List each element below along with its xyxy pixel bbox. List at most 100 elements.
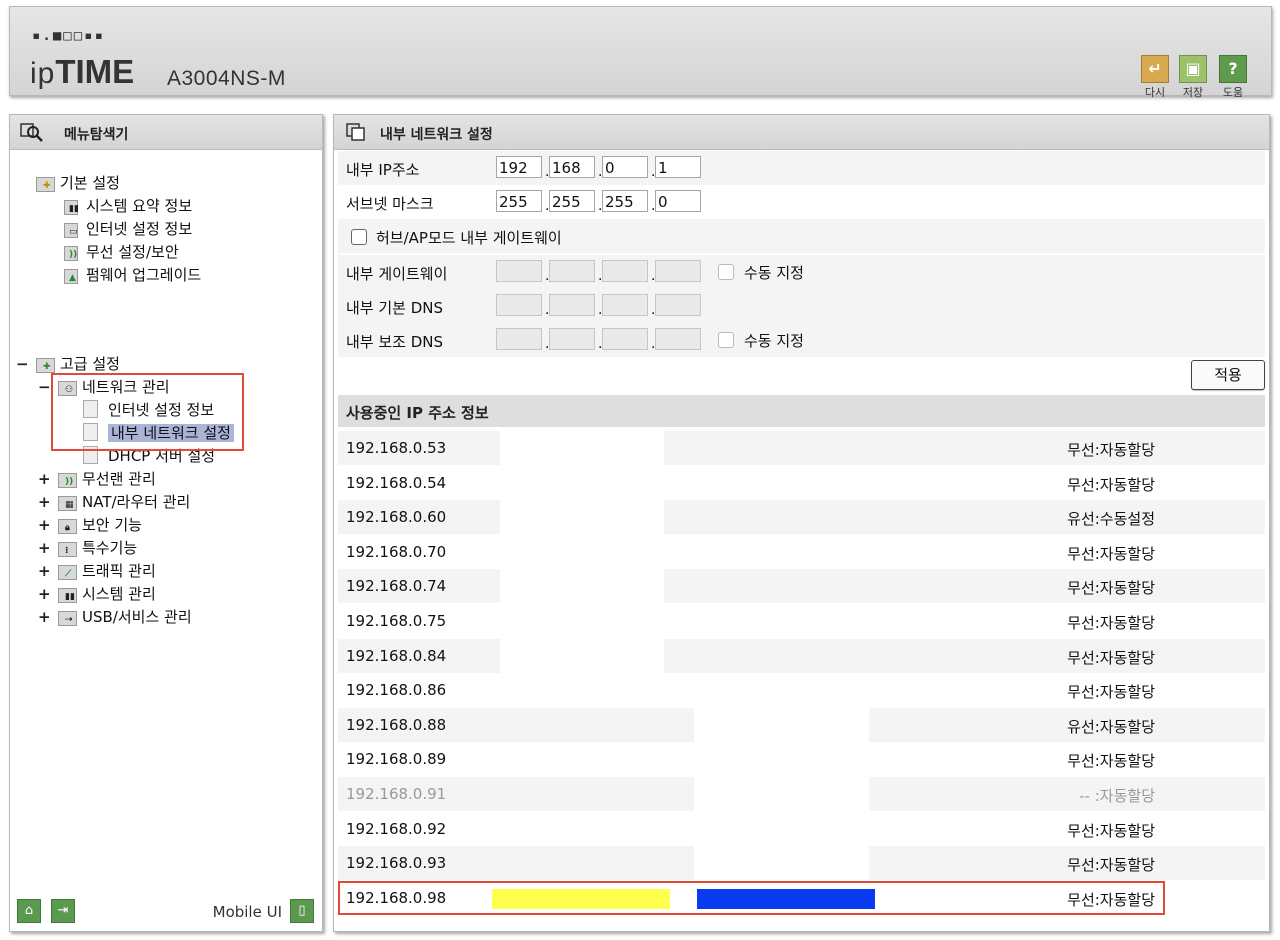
ip-address: 192.168.0.93 bbox=[346, 854, 447, 873]
assignment-status: 무선:자동할당 bbox=[1067, 544, 1155, 563]
save-button[interactable]: ▣ 저장 bbox=[1178, 55, 1208, 100]
mask-octet-2[interactable]: 255 bbox=[549, 190, 595, 212]
brand-dots: ▪.■□□▪▪ bbox=[32, 28, 106, 44]
device-name-cell bbox=[694, 777, 869, 811]
table-row: 192.168.0.74 무선:자동할당 bbox=[338, 569, 1265, 604]
dns1-octet-2[interactable] bbox=[549, 294, 595, 316]
ip-address: 192.168.0.74 bbox=[346, 577, 447, 596]
tree-security[interactable]: 🔒︎ 보안 기능 bbox=[58, 514, 142, 536]
menu-title: 메뉴탐색기 bbox=[64, 127, 129, 143]
expander-traffic[interactable]: + bbox=[38, 560, 51, 582]
content-panel: 내부 네트워크 설정 내부 IP주소 192 . 168 . 0 . 1 서브넷… bbox=[333, 114, 1270, 932]
help-button[interactable]: ? 도움 bbox=[1218, 55, 1248, 100]
gateway-octet-1[interactable] bbox=[496, 260, 542, 282]
home-button[interactable]: ⌂ bbox=[17, 899, 41, 923]
device-name-cell bbox=[500, 638, 664, 673]
lock-folder-icon: 🔒︎ bbox=[58, 517, 78, 534]
expander-system[interactable]: + bbox=[38, 583, 51, 605]
expander-special[interactable]: + bbox=[38, 537, 51, 559]
tree-system[interactable]: ▮▮ 시스템 관리 bbox=[58, 583, 156, 605]
mobile-ui-button[interactable]: ▯ bbox=[290, 899, 314, 923]
dns2-octet-3[interactable] bbox=[602, 328, 648, 350]
ip-address: 192.168.0.88 bbox=[346, 715, 447, 734]
dns-manual-checkbox[interactable] bbox=[718, 332, 734, 348]
dns1-octet-3[interactable] bbox=[602, 294, 648, 316]
folder-advanced-icon: ✚ bbox=[36, 356, 56, 373]
tree-basic-settings[interactable]: ✚ 기본 설정 bbox=[36, 172, 120, 194]
undo-icon: ↵ bbox=[1141, 55, 1169, 83]
undo-button[interactable]: ↵ 다시 bbox=[1140, 55, 1170, 100]
expander-usb[interactable]: + bbox=[38, 606, 51, 628]
tree-wlan-management[interactable]: )) 무선랜 관리 bbox=[58, 468, 156, 490]
ip-list-title: 사용중인 IP 주소 정보 bbox=[346, 404, 489, 422]
assignment-status: -- :자동할당 bbox=[1079, 787, 1155, 805]
panel-title: 내부 네트워크 설정 bbox=[380, 127, 493, 143]
dns1-octet-1[interactable] bbox=[496, 294, 542, 316]
expander-security[interactable]: + bbox=[38, 514, 51, 536]
row-subnet-mask: 서브넷 마스크 255 . 255 . 255 . 0 bbox=[338, 185, 1265, 219]
mask-octet-3[interactable]: 255 bbox=[602, 190, 648, 212]
row-hub-ap-mode: 허브/AP모드 내부 게이트웨이 bbox=[338, 219, 1265, 253]
ip-octet-4[interactable]: 1 bbox=[655, 156, 701, 178]
traffic-folder-icon: ⟋ bbox=[58, 563, 78, 580]
assignment-status: 무선:자동할당 bbox=[1067, 579, 1155, 598]
tree-advanced-settings[interactable]: ✚ 고급 설정 bbox=[36, 353, 120, 375]
row-internal-ip: 내부 IP주소 192 . 168 . 0 . 1 bbox=[338, 151, 1265, 185]
tree-item-internet-info[interactable]: ▭ 인터넷 설정 정보 bbox=[62, 218, 192, 240]
mask-octet-4[interactable]: 0 bbox=[655, 190, 701, 212]
home-icon: ⌂ bbox=[24, 903, 34, 918]
assignment-status: 무선:자동할당 bbox=[1067, 821, 1155, 840]
wifi-folder-icon: )) bbox=[58, 471, 78, 488]
gateway-manual-checkbox[interactable] bbox=[718, 264, 734, 280]
expander-nat[interactable]: + bbox=[38, 491, 51, 513]
apply-button[interactable]: 적용 bbox=[1191, 360, 1265, 390]
dns2-octet-2[interactable] bbox=[549, 328, 595, 350]
search-icon bbox=[20, 123, 43, 142]
tree-nat-router[interactable]: ▦ NAT/라우터 관리 bbox=[58, 491, 190, 513]
special-folder-icon: ⁝ bbox=[58, 540, 78, 557]
hub-ap-mode-checkbox[interactable] bbox=[351, 229, 367, 245]
assignment-status: 무선:자동할당 bbox=[1067, 752, 1155, 771]
panel-header: 내부 네트워크 설정 bbox=[334, 115, 1269, 150]
highlight-box-row bbox=[338, 881, 1165, 915]
tree-item-system-summary[interactable]: ▮▮ 시스템 요약 정보 bbox=[62, 195, 192, 217]
ip-address: 192.168.0.89 bbox=[346, 750, 447, 769]
assignment-status: 무선:자동할당 bbox=[1067, 441, 1155, 459]
ip-octet-3[interactable]: 0 bbox=[602, 156, 648, 178]
logout-button[interactable]: ⇥ bbox=[51, 899, 75, 923]
upgrade-icon: ▲ bbox=[62, 267, 82, 284]
device-name-cell bbox=[500, 431, 664, 465]
ip-address: 192.168.0.75 bbox=[346, 612, 447, 630]
dns2-octet-1[interactable] bbox=[496, 328, 542, 350]
dns2-octet-4[interactable] bbox=[655, 328, 701, 350]
tree-item-wireless-security[interactable]: )) 무선 설정/보안 bbox=[62, 241, 179, 263]
tree-item-firmware-upgrade[interactable]: ▲ 펌웨어 업그레이드 bbox=[62, 264, 201, 286]
tree-usb-service[interactable]: ⇢ USB/서비스 관리 bbox=[58, 606, 192, 628]
table-row: 192.168.0.54 무선:자동할당 bbox=[338, 465, 1265, 500]
gateway-octet-4[interactable] bbox=[655, 260, 701, 282]
expander-network[interactable]: − bbox=[38, 376, 51, 398]
gateway-octet-3[interactable] bbox=[602, 260, 648, 282]
ip-octet-2[interactable]: 168 bbox=[549, 156, 595, 178]
brand-logo: ipTIME bbox=[30, 53, 135, 90]
table-row: 192.168.0.92 무선:자동할당 bbox=[338, 811, 1265, 846]
ip-address: 192.168.0.53 bbox=[346, 439, 447, 457]
row-secondary-dns: 내부 보조 DNS . . . 수동 지정 bbox=[338, 323, 1265, 357]
gateway-octet-2[interactable] bbox=[549, 260, 595, 282]
mask-octet-1[interactable]: 255 bbox=[496, 190, 542, 212]
mobile-ui-link[interactable]: Mobile UI bbox=[213, 903, 282, 921]
usb-folder-icon: ⇢ bbox=[58, 609, 78, 626]
tree-traffic[interactable]: ⟋ 트래픽 관리 bbox=[58, 560, 156, 582]
ip-list-header: 사용중인 IP 주소 정보 bbox=[338, 395, 1265, 427]
row-internal-gateway: 내부 게이트웨이 . . . 수동 지정 bbox=[338, 255, 1265, 289]
assignment-status: 무선:자동할당 bbox=[1067, 648, 1155, 667]
ip-octet-1[interactable]: 192 bbox=[496, 156, 542, 178]
table-row: 192.168.0.53 무선:자동할당 bbox=[338, 431, 1265, 465]
device-name-cell bbox=[500, 465, 664, 500]
tree-special-functions[interactable]: ⁝ 특수기능 bbox=[58, 537, 137, 559]
table-row: 192.168.0.60 유선:수동설정 bbox=[338, 500, 1265, 535]
assignment-status: 무선:자동할당 bbox=[1067, 856, 1155, 875]
expander-advanced[interactable]: − bbox=[16, 353, 29, 375]
dns1-octet-4[interactable] bbox=[655, 294, 701, 316]
expander-wlan[interactable]: + bbox=[38, 468, 51, 490]
